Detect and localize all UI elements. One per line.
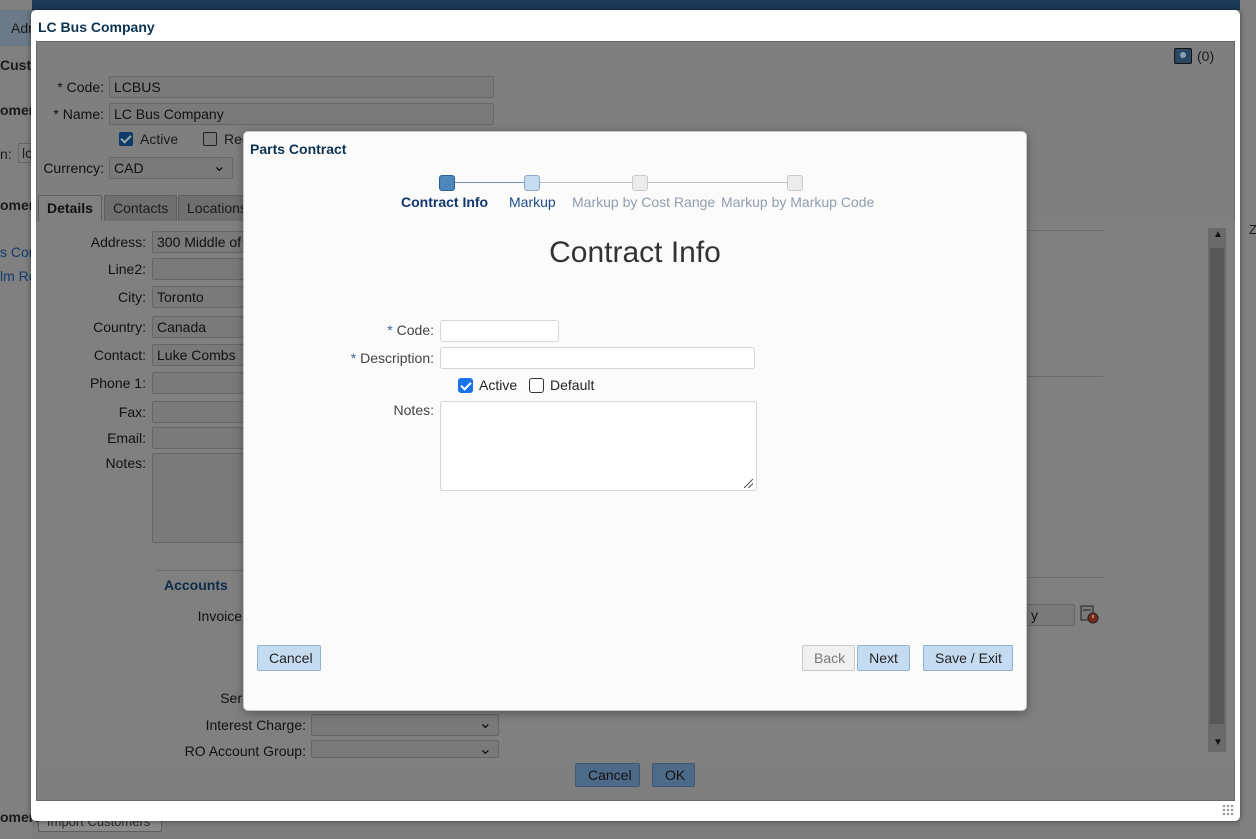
line2-label: Line2:	[107, 261, 146, 277]
invoice-label: Invoice	[197, 608, 242, 624]
contract-active-checkbox[interactable]	[458, 378, 473, 393]
currency-value: CAD	[114, 160, 144, 176]
active-label: Active	[140, 131, 179, 147]
currency-label: Currency:	[43, 160, 104, 176]
contract-description-label-text: Description:	[360, 350, 434, 366]
code-field[interactable]: LCBUS	[109, 76, 494, 98]
customer-ok-button[interactable]: OK	[652, 763, 695, 787]
accounts-heading: Accounts	[164, 577, 228, 593]
notes-count: (0)	[1197, 48, 1215, 64]
contract-code-input[interactable]	[440, 320, 559, 342]
contract-default-checkbox[interactable]	[529, 378, 544, 393]
app-search-label: n:	[0, 146, 12, 162]
divider	[1026, 230, 1103, 231]
step-4-marker	[787, 175, 803, 191]
scrollbar-thumb[interactable]	[1210, 248, 1224, 724]
name-label: * Name:	[53, 106, 104, 122]
step-connector	[540, 182, 634, 183]
contact-field[interactable]: Luke Combs	[152, 344, 244, 366]
step-connector	[648, 182, 788, 183]
email-field[interactable]	[152, 427, 244, 449]
required-marker: *	[387, 322, 393, 338]
city-label: City:	[118, 289, 146, 305]
notes-label: Notes:	[105, 455, 146, 471]
app-grid-column-header: Z	[1249, 222, 1256, 237]
contract-notes-textarea[interactable]	[440, 401, 757, 491]
divider	[1026, 577, 1103, 578]
resize-grip-icon[interactable]	[1222, 804, 1234, 816]
divider	[157, 570, 243, 571]
city-field[interactable]: Toronto	[152, 286, 244, 308]
name-field[interactable]: LC Bus Company	[109, 103, 494, 125]
email-label: Email:	[107, 430, 146, 446]
step-markup-by-markup-code: Markup by Markup Code	[721, 194, 875, 210]
ro-account-group-select[interactable]	[311, 740, 499, 758]
address-field[interactable]: 300 Middle of	[152, 231, 244, 253]
wizard-cancel-button[interactable]: Cancel	[257, 645, 321, 671]
required-marker: *	[350, 350, 357, 366]
textarea-resize-icon[interactable]	[744, 479, 753, 488]
code-label: * Code:	[57, 79, 104, 95]
step-connector	[455, 182, 525, 183]
contract-description-label: * Description:	[330, 350, 434, 366]
active-checkbox[interactable]	[119, 132, 133, 146]
step-contract-info[interactable]: Contract Info	[401, 194, 488, 210]
step-2-marker[interactable]	[524, 175, 540, 191]
scroll-up-icon[interactable]: ▲	[1213, 229, 1223, 240]
contract-description-input[interactable]	[440, 347, 755, 369]
app-right-panel	[1240, 0, 1256, 839]
right-field[interactable]: y	[1026, 604, 1075, 626]
currency-select[interactable]: CAD	[109, 157, 233, 179]
interest-charge-label: Interest Charge:	[205, 717, 306, 733]
country-label: Country:	[93, 319, 146, 335]
step-1-marker[interactable]	[439, 175, 455, 191]
tab-contacts[interactable]: Contacts	[104, 195, 178, 221]
parts-contract-title: Parts Contract	[250, 141, 347, 157]
contract-default-label: Default	[550, 377, 595, 393]
divider	[1026, 376, 1103, 377]
address-label: Address:	[90, 234, 146, 250]
step-3-marker	[632, 175, 648, 191]
fax-label: Fax:	[118, 404, 146, 420]
app-left-panel	[0, 0, 32, 839]
app-header-bar	[0, 0, 1256, 10]
rec-checkbox[interactable]	[203, 132, 217, 146]
customer-cancel-button[interactable]: Cancel	[575, 763, 640, 787]
wizard-next-button[interactable]: Next	[857, 645, 910, 671]
contact-label: Contact:	[93, 347, 146, 363]
phone-field[interactable]	[152, 372, 244, 394]
wizard-save-exit-button[interactable]: Save / Exit	[923, 645, 1013, 671]
contract-code-label: * Code:	[330, 322, 434, 338]
step-markup[interactable]: Markup	[509, 194, 556, 210]
customer-dialog-title: LC Bus Company	[38, 19, 155, 35]
wizard-back-button[interactable]: Back	[802, 645, 855, 671]
step-markup-by-cost-range: Markup by Cost Range	[572, 194, 716, 210]
scroll-down-icon[interactable]: ▼	[1213, 737, 1223, 748]
contract-active-label: Active	[479, 377, 518, 393]
fax-field[interactable]	[152, 401, 244, 423]
line2-field[interactable]	[152, 258, 244, 280]
phone-label: Phone 1:	[89, 375, 146, 391]
tab-details[interactable]: Details	[38, 195, 102, 221]
ro-account-group-label: RO Account Group:	[184, 743, 306, 759]
contract-code-label-text: Code:	[396, 322, 434, 338]
contract-notes-label: Notes:	[393, 402, 434, 418]
notes-field[interactable]	[152, 453, 244, 543]
wizard-step-heading: Contract Info	[549, 236, 721, 269]
interest-charge-select[interactable]	[311, 714, 499, 736]
ser-label: Ser	[220, 690, 242, 706]
country-field[interactable]: Canada	[152, 316, 244, 338]
camera-icon[interactable]	[1174, 48, 1192, 64]
app-tab-admin[interactable]: Adr	[11, 20, 33, 36]
calendar-clock-icon[interactable]	[1079, 604, 1099, 624]
